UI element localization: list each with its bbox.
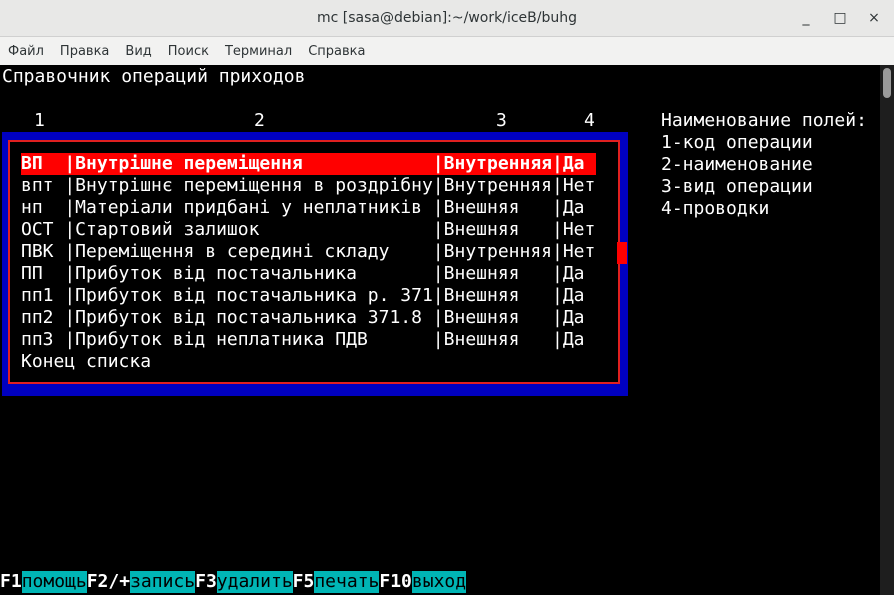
fkey-f3[interactable]: F3 — [195, 571, 217, 593]
fkey-f5-label[interactable]: печать — [314, 571, 380, 593]
menu-edit[interactable]: Правка — [52, 44, 117, 59]
list-item[interactable]: нп |Матеріали придбані у неплатників |Вн… — [21, 197, 585, 219]
fkey-f10[interactable]: F10 — [379, 571, 412, 593]
fkey-f2-label[interactable]: запись — [130, 571, 196, 593]
fkey-f1-label[interactable]: помощь — [21, 571, 87, 593]
menu-help[interactable]: Справка — [300, 44, 373, 59]
list-item[interactable]: пп1 |Прибуток від постачальника р. 371|В… — [21, 285, 585, 307]
legend-item: 4-проводки — [661, 198, 770, 219]
window-controls: _ □ × — [796, 0, 884, 36]
column-number-1: 1 — [34, 110, 45, 131]
fkey-f1[interactable]: F1 — [0, 571, 22, 593]
list-item[interactable]: ОСТ |Стартовий залишок |Внешняя |Нет — [21, 219, 595, 241]
maximize-icon[interactable]: □ — [830, 8, 850, 28]
legend-item: 3-вид операции — [661, 176, 813, 197]
terminal-screen[interactable]: Справочник операций приходов 1 2 3 4 Наи… — [0, 65, 880, 595]
list-item-selected[interactable]: ВП |Внутрішне переміщення |Внутренняя|Да — [21, 153, 585, 175]
list-item[interactable]: впт |Внутрішнє переміщення в роздрібну|В… — [21, 175, 595, 197]
fkey-f10-label[interactable]: выход — [411, 571, 467, 593]
fkey-f2[interactable]: F2/+ — [87, 571, 130, 593]
menu-view[interactable]: Вид — [117, 44, 159, 59]
legend-title: Наименование полей: — [661, 110, 867, 131]
legend-item: 2-наименование — [661, 154, 813, 175]
list-item[interactable]: ПП |Прибуток від постачальника |Внешняя … — [21, 263, 585, 285]
column-number-2: 2 — [254, 110, 265, 131]
fkey-f3-label[interactable]: удалить — [216, 571, 293, 593]
column-number-4: 4 — [584, 110, 595, 131]
terminal-scrollbar[interactable] — [880, 65, 894, 595]
scrollbar-thumb[interactable] — [883, 68, 891, 98]
list-item[interactable]: ПВК |Переміщення в середині складу |Внут… — [21, 241, 595, 263]
legend-item: 1-код операции — [661, 132, 813, 153]
menubar: Файл Правка Вид Поиск Терминал Справка — [0, 37, 894, 65]
screen-heading: Справочник операций приходов — [2, 66, 306, 87]
menu-search[interactable]: Поиск — [160, 44, 217, 59]
function-key-bar: F1 помощь F2/+ запись F3 удалить F5 печать F… — [0, 571, 467, 593]
list-item[interactable]: пп2 |Прибуток від постачальника 371.8 |В… — [21, 307, 585, 329]
menu-file[interactable]: Файл — [0, 44, 52, 59]
scroll-marker — [617, 242, 627, 264]
window-title: mc [sasa@debian]:~/work/iceB/buhg — [317, 10, 577, 26]
window-titlebar: mc [sasa@debian]:~/work/iceB/buhg _ □ × — [0, 0, 894, 37]
list-item[interactable]: пп3 |Прибуток від неплатника ПДВ |Внешня… — [21, 329, 585, 351]
fkey-f5[interactable]: F5 — [293, 571, 315, 593]
menu-terminal[interactable]: Терминал — [217, 44, 300, 59]
close-icon[interactable]: × — [864, 8, 884, 28]
minimize-icon[interactable]: _ — [796, 8, 816, 28]
column-number-3: 3 — [496, 110, 507, 131]
end-of-list: Конец списка — [21, 351, 152, 372]
